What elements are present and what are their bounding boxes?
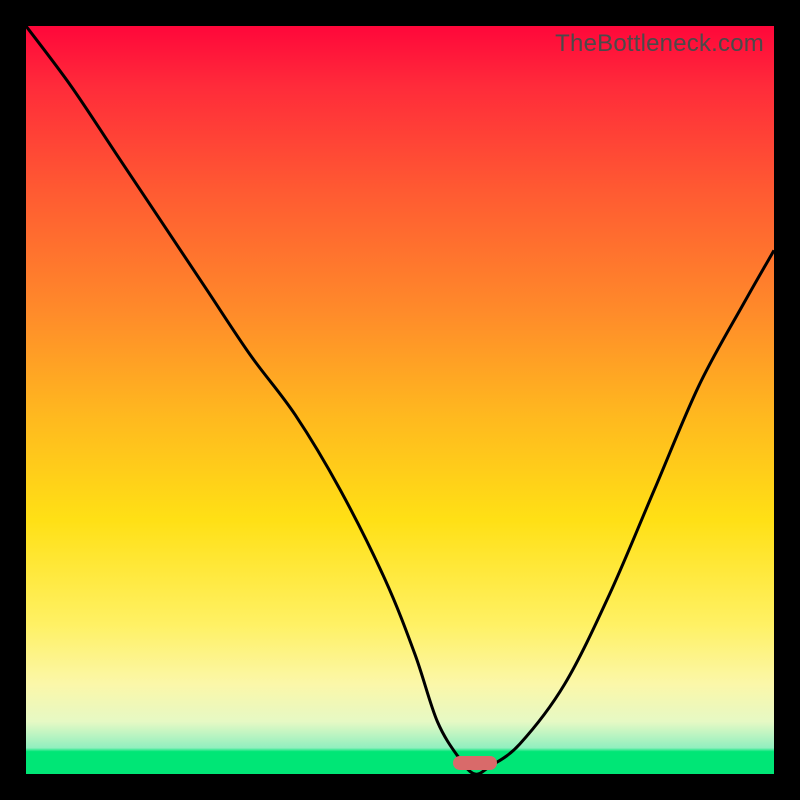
plot-area: TheBottleneck.com bbox=[26, 26, 774, 774]
chart-frame: TheBottleneck.com bbox=[0, 0, 800, 800]
optimal-marker bbox=[453, 756, 497, 770]
bottleneck-curve bbox=[26, 26, 774, 774]
